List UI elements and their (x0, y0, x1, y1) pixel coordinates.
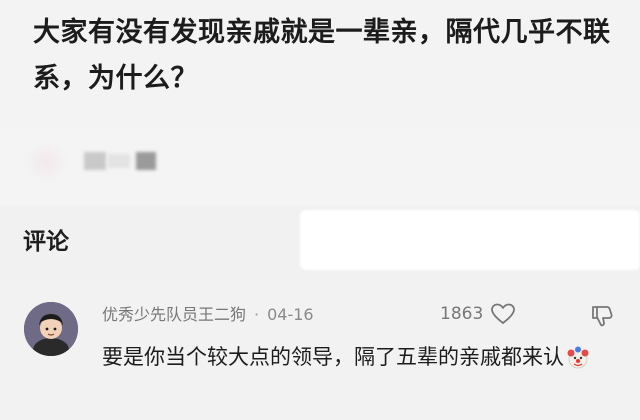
thumbs-down-icon (592, 306, 613, 327)
redacted-area (300, 210, 640, 270)
blurred-author-name (108, 154, 130, 168)
comment-date: 04-16 (267, 305, 314, 324)
dislike-button[interactable] (588, 302, 616, 330)
post-title: 大家有没有发现亲戚就是一辈亲，隔代几乎不联系，为什么？ (33, 17, 611, 94)
avatar-illustration (24, 302, 78, 356)
like-count: 1863 (440, 304, 484, 324)
comment-text: 要是你当个较大点的领导，隔了五辈的亲戚都来认 (102, 340, 622, 374)
post-header: 大家有没有发现亲戚就是一辈亲，隔代几乎不联系，为什么？ (0, 0, 640, 128)
commenter-avatar[interactable] (24, 302, 78, 356)
comment-author-name[interactable]: 优秀少先队员王二狗 (102, 303, 246, 327)
comment-text-content: 要是你当个较大点的领导，隔了五辈的亲戚都来认 (102, 345, 564, 369)
comments-heading: 评论 (23, 229, 69, 255)
blurred-author-name (84, 152, 106, 170)
comment-meta: 优秀少先队员王二狗 · 04-16 (102, 303, 314, 327)
heart-icon (491, 303, 516, 325)
blurred-author-avatar (24, 140, 68, 184)
blurred-author-name (136, 152, 156, 170)
clown-face-icon (566, 346, 590, 370)
like-button[interactable]: 1863 (440, 300, 517, 328)
meta-separator: · (254, 305, 260, 324)
